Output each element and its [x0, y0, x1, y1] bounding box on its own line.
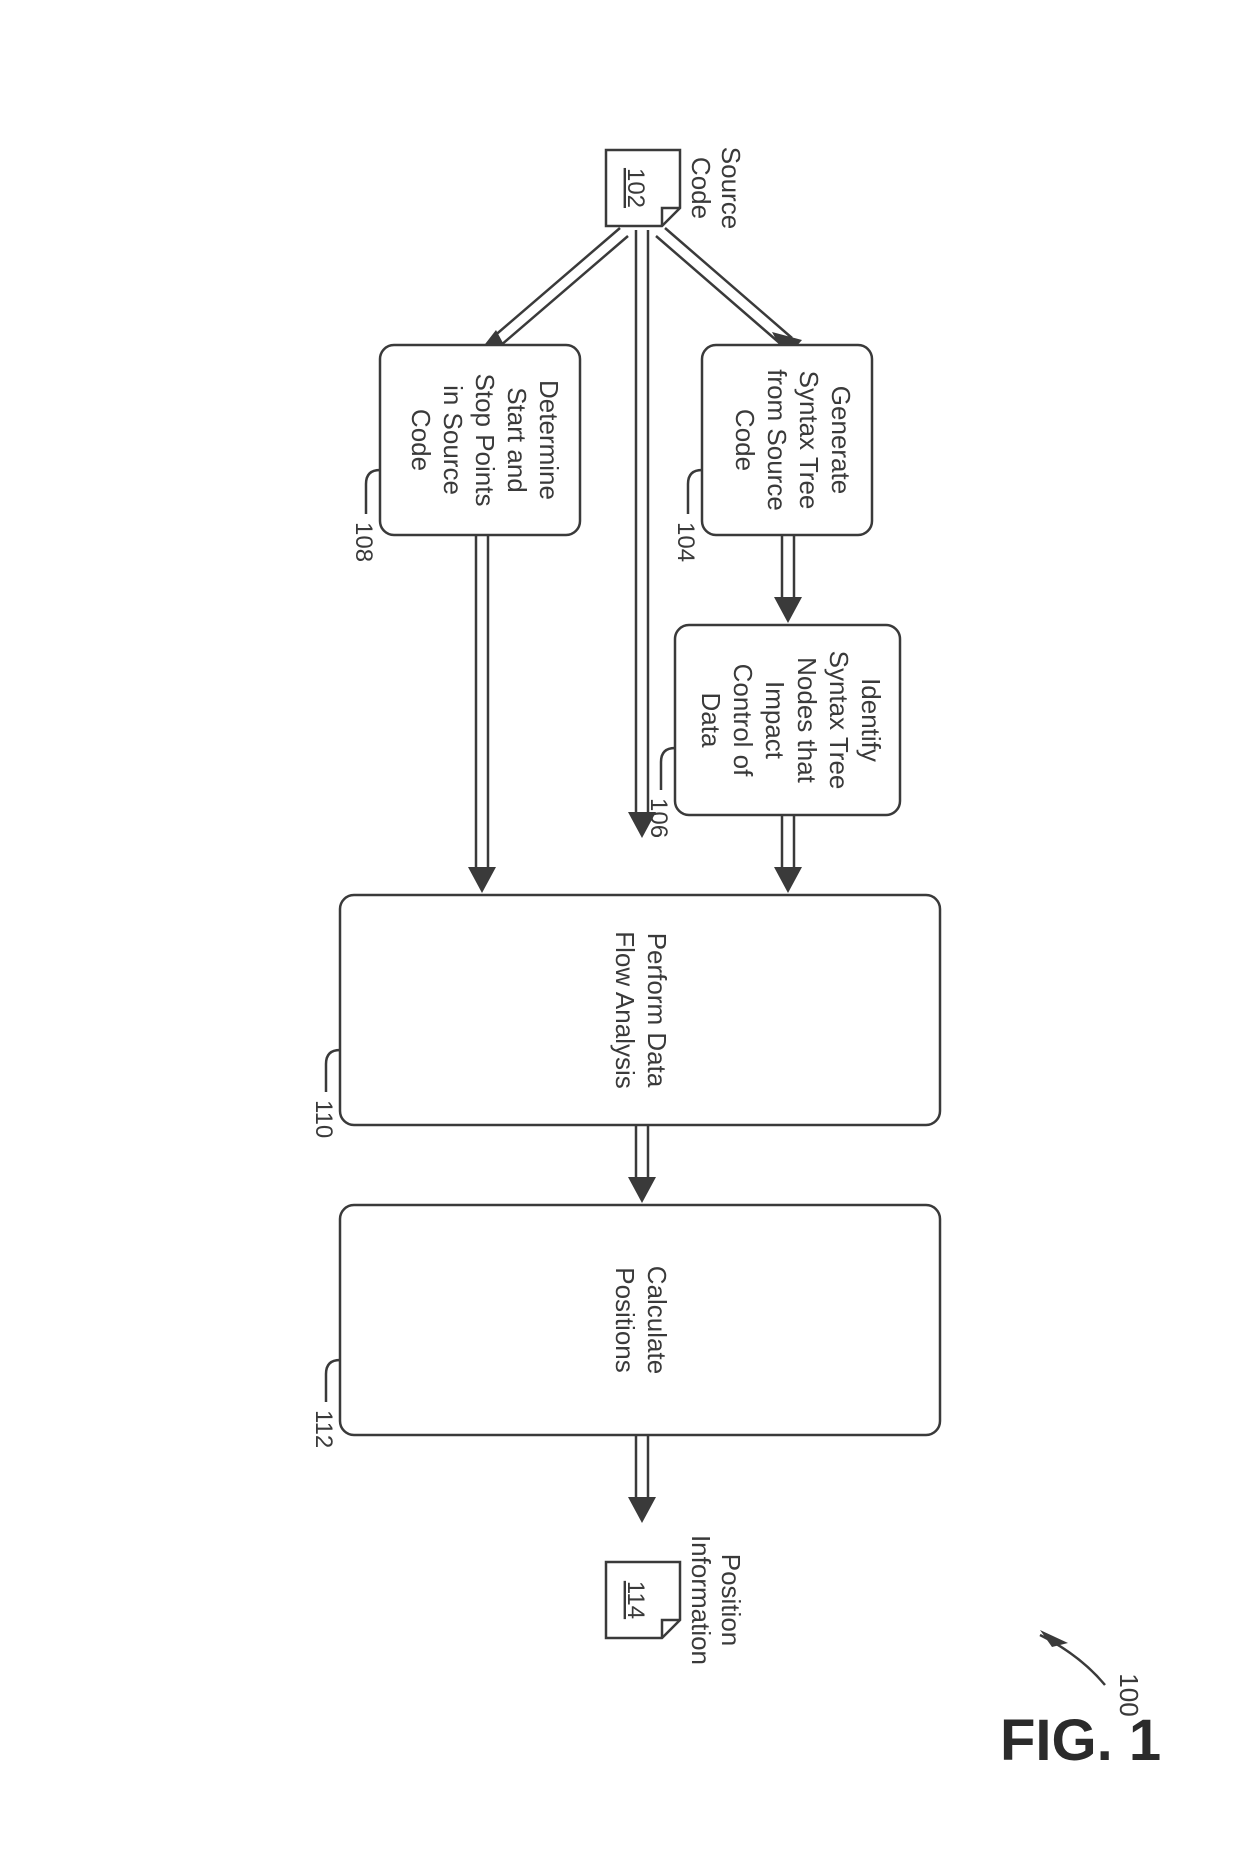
calc-ref: 112 — [310, 1410, 337, 1448]
arrow-flow-to-calc — [628, 1125, 656, 1203]
determine-startstop-box: Determine Start and Stop Points in Sourc… — [350, 345, 580, 562]
identify-l6: Data — [696, 693, 726, 748]
gen-tree-l2: Syntax Tree — [794, 371, 824, 510]
calculate-positions-box: Calculate Positions 112 — [310, 1205, 940, 1448]
startstop-l5: Code — [406, 409, 436, 471]
position-info-label-line1: Position — [716, 1554, 746, 1647]
identify-l5: Control of — [728, 664, 758, 777]
identify-l4: Impact — [760, 681, 790, 760]
identify-nodes-box: Identify Syntax Tree Nodes that Impact C… — [645, 625, 900, 838]
calc-l2: Positions — [610, 1267, 640, 1373]
source-code-doc: Source Code 102 — [606, 147, 746, 229]
flow-l1: Perform Data — [642, 933, 672, 1088]
startstop-l2: Start and — [502, 387, 532, 493]
generate-syntax-tree-box: Generate Syntax Tree from Source Code 10… — [672, 345, 872, 562]
source-code-ref: 102 — [622, 168, 649, 208]
position-info-doc: Position Information 114 — [606, 1535, 746, 1665]
position-info-ref: 114 — [622, 1581, 649, 1619]
calc-l1: Calculate — [642, 1266, 672, 1374]
arrow-source-to-gen-tree — [656, 228, 802, 358]
startstop-l1: Determine — [534, 380, 564, 500]
startstop-l4: in Source — [438, 385, 468, 495]
gen-tree-ref: 104 — [672, 522, 699, 562]
source-code-label-line1: Source — [716, 147, 746, 229]
startstop-l3: Stop Points — [470, 374, 500, 507]
identify-l3: Nodes that — [792, 657, 822, 784]
gen-tree-l1: Generate — [826, 386, 856, 494]
arrow-source-to-startstop — [482, 228, 628, 356]
identify-ref: 106 — [645, 798, 672, 838]
identify-l1: Identify — [856, 678, 886, 762]
arrow-source-to-flow — [628, 230, 656, 838]
flow-ref: 110 — [310, 1100, 337, 1138]
arrow-calc-to-output — [628, 1435, 656, 1523]
position-info-label-line2: Information — [686, 1535, 716, 1665]
startstop-ref: 108 — [350, 522, 377, 562]
arrow-identify-to-flow — [774, 815, 802, 893]
perform-flow-box: Perform Data Flow Analysis 110 — [310, 895, 940, 1138]
figure-label: FIG. 1 — [1000, 1708, 1161, 1773]
flow-l2: Flow Analysis — [610, 931, 640, 1089]
identify-l2: Syntax Tree — [824, 651, 854, 790]
arrow-startstop-to-flow — [468, 535, 496, 893]
arrow-gen-to-identify — [774, 535, 802, 623]
source-code-label-line2: Code — [686, 157, 716, 219]
gen-tree-l4: Code — [730, 409, 760, 471]
gen-tree-l3: from Source — [762, 369, 792, 511]
